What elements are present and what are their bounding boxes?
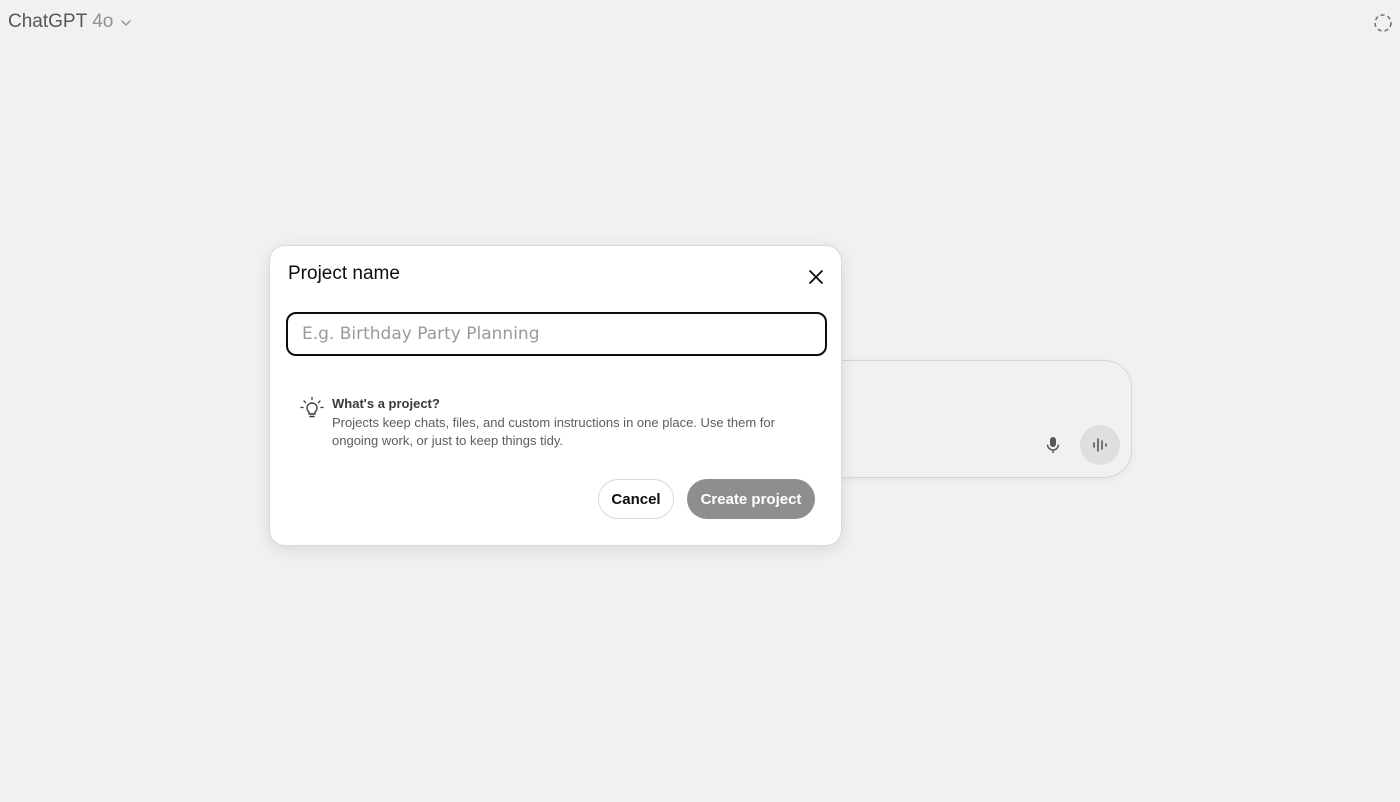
cancel-button[interactable]: Cancel xyxy=(598,479,674,519)
project-name-input[interactable] xyxy=(286,312,827,356)
tip-heading: What's a project? xyxy=(332,396,440,411)
close-icon xyxy=(809,270,823,284)
create-project-dialog: Project name What's a project? Projects … xyxy=(269,245,842,546)
dialog-title: Project name xyxy=(288,263,400,284)
close-button[interactable] xyxy=(804,265,828,289)
tip-body: Projects keep chats, files, and custom i… xyxy=(332,415,775,448)
create-project-button[interactable]: Create project xyxy=(687,479,815,519)
lightbulb-icon xyxy=(300,396,324,418)
